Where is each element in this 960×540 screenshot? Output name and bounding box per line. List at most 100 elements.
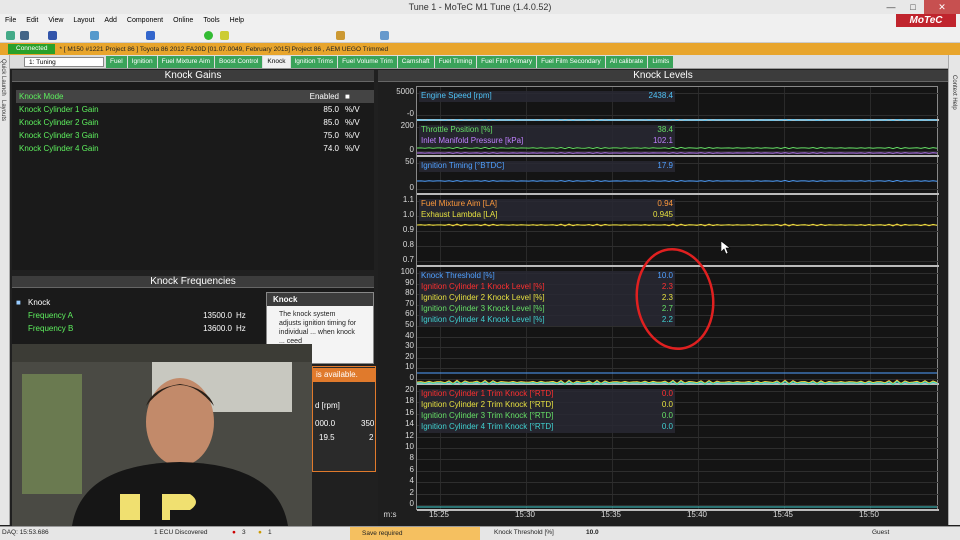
selected-channel: Knock Threshold [%]	[494, 529, 554, 536]
user-label: Guest	[872, 529, 890, 536]
overlay-value: 2	[369, 433, 374, 442]
save-required-badge[interactable]: Save required	[350, 527, 480, 540]
menu-help[interactable]: Help	[225, 14, 249, 27]
x-tick-label: 15:25	[428, 510, 450, 519]
knock-levels-panel: Knock Levels 5000 -0 200 0 50 0 1.1 1.0 0.9 0.8 0.…	[378, 70, 948, 526]
row-value[interactable]: 13500.0	[176, 309, 232, 322]
table-row[interactable]: Knock Cylinder 4 Gain 74.0 %/V	[16, 142, 374, 155]
knock-mode-label: Knock Mode	[19, 92, 64, 101]
overlay-value: 19.5	[319, 433, 335, 442]
undo-icon[interactable]	[146, 31, 155, 40]
error-icon[interactable]: ●	[232, 529, 236, 536]
red-circle-annotation	[635, 247, 715, 351]
row-value[interactable]: 75.0	[259, 129, 339, 142]
open-icon[interactable]	[6, 31, 15, 40]
error-count: 3	[242, 529, 246, 536]
minimize-icon[interactable]: —	[880, 0, 902, 14]
refresh-icon[interactable]	[90, 31, 99, 40]
tab-ignition[interactable]: Ignition	[127, 56, 157, 68]
row-label: Frequency A	[28, 311, 73, 320]
connected-badge: Connected	[8, 44, 56, 54]
play-icon[interactable]	[204, 31, 213, 40]
row-value[interactable]: 13600.0	[176, 322, 232, 335]
row-label: Knock Cylinder 4 Gain	[19, 144, 99, 153]
help-title: Knock	[267, 293, 373, 306]
list-item[interactable]: Frequency A 13500.0 Hz	[16, 309, 266, 322]
y-tick-label: 5000	[396, 87, 414, 96]
ecu-discovered[interactable]: 1 ECU Discovered	[154, 529, 207, 536]
layouts-tab[interactable]: Layouts	[0, 100, 6, 121]
close-icon[interactable]: ✕	[924, 0, 960, 14]
tab-limits[interactable]: Limits	[648, 56, 674, 68]
help-text: The knock system adjusts ignition timing…	[279, 311, 357, 345]
row-label: Frequency B	[28, 324, 74, 333]
list-item[interactable]: Frequency B 13600.0 Hz	[16, 322, 266, 335]
time-plot[interactable]: Engine Speed [rpm] 2438.4 Throttle Positio…	[416, 86, 939, 511]
tab-fuel-volume-trim[interactable]: Fuel Volume Trim	[338, 56, 397, 68]
menu-component[interactable]: Component	[122, 14, 168, 27]
tree-group-label: Knock	[28, 298, 51, 307]
tab-camshaft[interactable]: Camshaft	[397, 56, 434, 68]
x-axis-unit: m:s	[383, 510, 397, 519]
table-row[interactable]: Knock Cylinder 3 Gain 75.0 %/V	[16, 129, 374, 142]
menu-edit[interactable]: Edit	[21, 14, 43, 27]
motec-logo: MoTeC	[896, 14, 956, 28]
context-help-tab[interactable]: Context Help	[951, 75, 957, 110]
tab-fuel-timing[interactable]: Fuel Timing	[434, 56, 477, 68]
menu-view[interactable]: View	[43, 14, 68, 27]
row-label: Knock Cylinder 3 Gain	[19, 131, 99, 140]
table-row[interactable]: Knock Cylinder 1 Gain 85.0 %/V	[16, 103, 374, 116]
tree-group[interactable]: ■ Knock	[16, 296, 266, 309]
toolbar	[0, 27, 960, 43]
menu-online[interactable]: Online	[168, 14, 198, 27]
tune-icon[interactable]	[20, 31, 29, 40]
y-tick-label: 14	[405, 419, 414, 429]
chart-icon[interactable]	[336, 31, 345, 40]
title-bar: Tune 1 - MoTeC M1 Tune (1.4.0.52) — □ ✕	[0, 0, 960, 14]
y-tick-label: 18	[405, 396, 414, 406]
collapse-icon[interactable]: ■	[16, 296, 28, 309]
worksheet-tabs: Fuel Ignition Fuel Mixture Aim Boost Con…	[106, 56, 674, 68]
menu-add[interactable]: Add	[99, 14, 121, 27]
menu-tools[interactable]: Tools	[198, 14, 224, 27]
y-tick-label: 90	[405, 277, 414, 287]
y-tick-label: 0.7	[402, 255, 414, 264]
y-tick-label: 0.8	[402, 240, 414, 249]
dropdown-icon[interactable]: ■	[339, 90, 369, 103]
menu-layout[interactable]: Layout	[68, 14, 99, 27]
tab-fuel[interactable]: Fuel	[106, 56, 127, 68]
y-tick-label: 0	[409, 145, 414, 154]
knock-mode-row[interactable]: Knock Mode Enabled ■	[16, 90, 374, 103]
x-tick-label: 15:50	[858, 510, 880, 519]
tab-fuel-film-secondary[interactable]: Fuel Film Secondary	[537, 56, 605, 68]
row-value[interactable]: 85.0	[259, 116, 339, 129]
maximize-icon[interactable]: □	[902, 0, 924, 14]
row-unit: %/V	[345, 118, 360, 127]
driver-video-image	[12, 344, 312, 526]
row-value[interactable]: 74.0	[259, 142, 339, 155]
tab-all-calibrate[interactable]: All calibrate	[605, 56, 648, 68]
y-tick-label: 200	[400, 121, 414, 130]
knock-mode-value[interactable]: Enabled	[259, 90, 339, 103]
table-row[interactable]: Knock Cylinder 2 Gain 85.0 %/V	[16, 116, 374, 129]
row-unit: Hz	[236, 324, 246, 333]
workspace-select[interactable]: 1: Tuning	[24, 57, 104, 67]
tab-fuel-mixture-aim[interactable]: Fuel Mixture Aim	[157, 56, 215, 68]
window-title: Tune 1 - MoTeC M1 Tune (1.4.0.52)	[408, 2, 552, 12]
pause-icon[interactable]	[220, 31, 229, 40]
tab-ignition-trims[interactable]: Ignition Trims	[290, 56, 338, 68]
grid-icon[interactable]	[380, 31, 389, 40]
overlay-rpm-label: d [rpm]	[315, 401, 340, 410]
warning-icon[interactable]: ●	[258, 529, 262, 536]
tab-fuel-film-primary[interactable]: Fuel Film Primary	[477, 56, 537, 68]
tab-knock[interactable]: Knock	[263, 56, 290, 68]
ecu-info: * [ M150 #1221 Project 86 ] Toyota 86 20…	[59, 45, 389, 53]
row-value[interactable]: 85.0	[259, 103, 339, 116]
tab-boost-control[interactable]: Boost Control	[215, 56, 263, 68]
save-icon[interactable]	[48, 31, 57, 40]
menu-file[interactable]: File	[0, 14, 21, 27]
y-tick-label: 50	[405, 157, 414, 166]
y-tick-label: 100	[400, 267, 414, 276]
x-tick-label: 15:35	[600, 510, 622, 519]
quick-launch-tab[interactable]: Quick Launch	[0, 59, 6, 96]
